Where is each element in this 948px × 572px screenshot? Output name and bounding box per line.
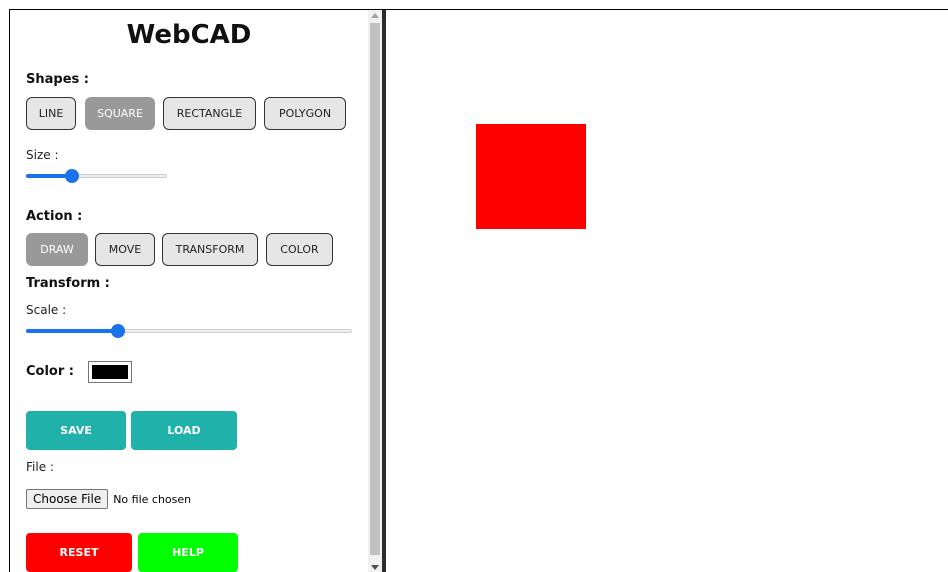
color-picker[interactable] xyxy=(88,361,132,383)
file-status: No file chosen xyxy=(113,492,192,506)
drawing-canvas[interactable] xyxy=(386,10,948,572)
size-slider-knob[interactable] xyxy=(65,169,79,183)
app-frame: WebCAD Shapes : LINE SQUARE RECTANGLE PO… xyxy=(9,9,948,572)
scale-slider[interactable] xyxy=(26,324,352,338)
scrollbar-thumb[interactable] xyxy=(370,23,380,555)
transform-heading: Transform : xyxy=(26,276,110,291)
action-heading: Action : xyxy=(26,209,83,224)
reset-button[interactable]: RESET xyxy=(26,533,132,572)
square-button[interactable]: SQUARE xyxy=(85,97,155,130)
line-button[interactable]: LINE xyxy=(26,97,76,130)
shapes-heading: Shapes : xyxy=(26,72,89,87)
rectangle-button[interactable]: RECTANGLE xyxy=(163,97,256,130)
scale-label: Scale : xyxy=(26,303,67,317)
file-label: File : xyxy=(26,460,54,474)
red-square-shape[interactable] xyxy=(476,124,586,229)
control-panel: WebCAD Shapes : LINE SQUARE RECTANGLE PO… xyxy=(10,10,368,572)
choose-file-button[interactable]: Choose File xyxy=(26,489,109,509)
scale-slider-knob[interactable] xyxy=(111,324,125,338)
transform-button[interactable]: TRANSFORM xyxy=(162,233,258,266)
color-picker-swatch xyxy=(92,365,128,379)
color-label: Color : xyxy=(26,364,74,379)
help-button[interactable]: HELP xyxy=(138,533,238,572)
scroll-down-icon[interactable] xyxy=(371,565,379,570)
save-button[interactable]: SAVE xyxy=(26,411,126,450)
load-button[interactable]: LOAD xyxy=(131,411,237,450)
scroll-up-icon[interactable] xyxy=(371,13,379,18)
file-input: Choose File No file chosen xyxy=(26,489,191,509)
size-slider[interactable] xyxy=(26,169,167,183)
panel-scrollbar[interactable] xyxy=(368,10,382,572)
move-button[interactable]: MOVE xyxy=(95,233,155,266)
app-title: WebCAD xyxy=(126,20,252,50)
scale-slider-fill xyxy=(26,329,118,333)
draw-button[interactable]: DRAW xyxy=(26,233,88,266)
color-button[interactable]: COLOR xyxy=(266,233,333,266)
size-label: Size : xyxy=(26,148,59,162)
polygon-button[interactable]: POLYGON xyxy=(264,97,346,130)
